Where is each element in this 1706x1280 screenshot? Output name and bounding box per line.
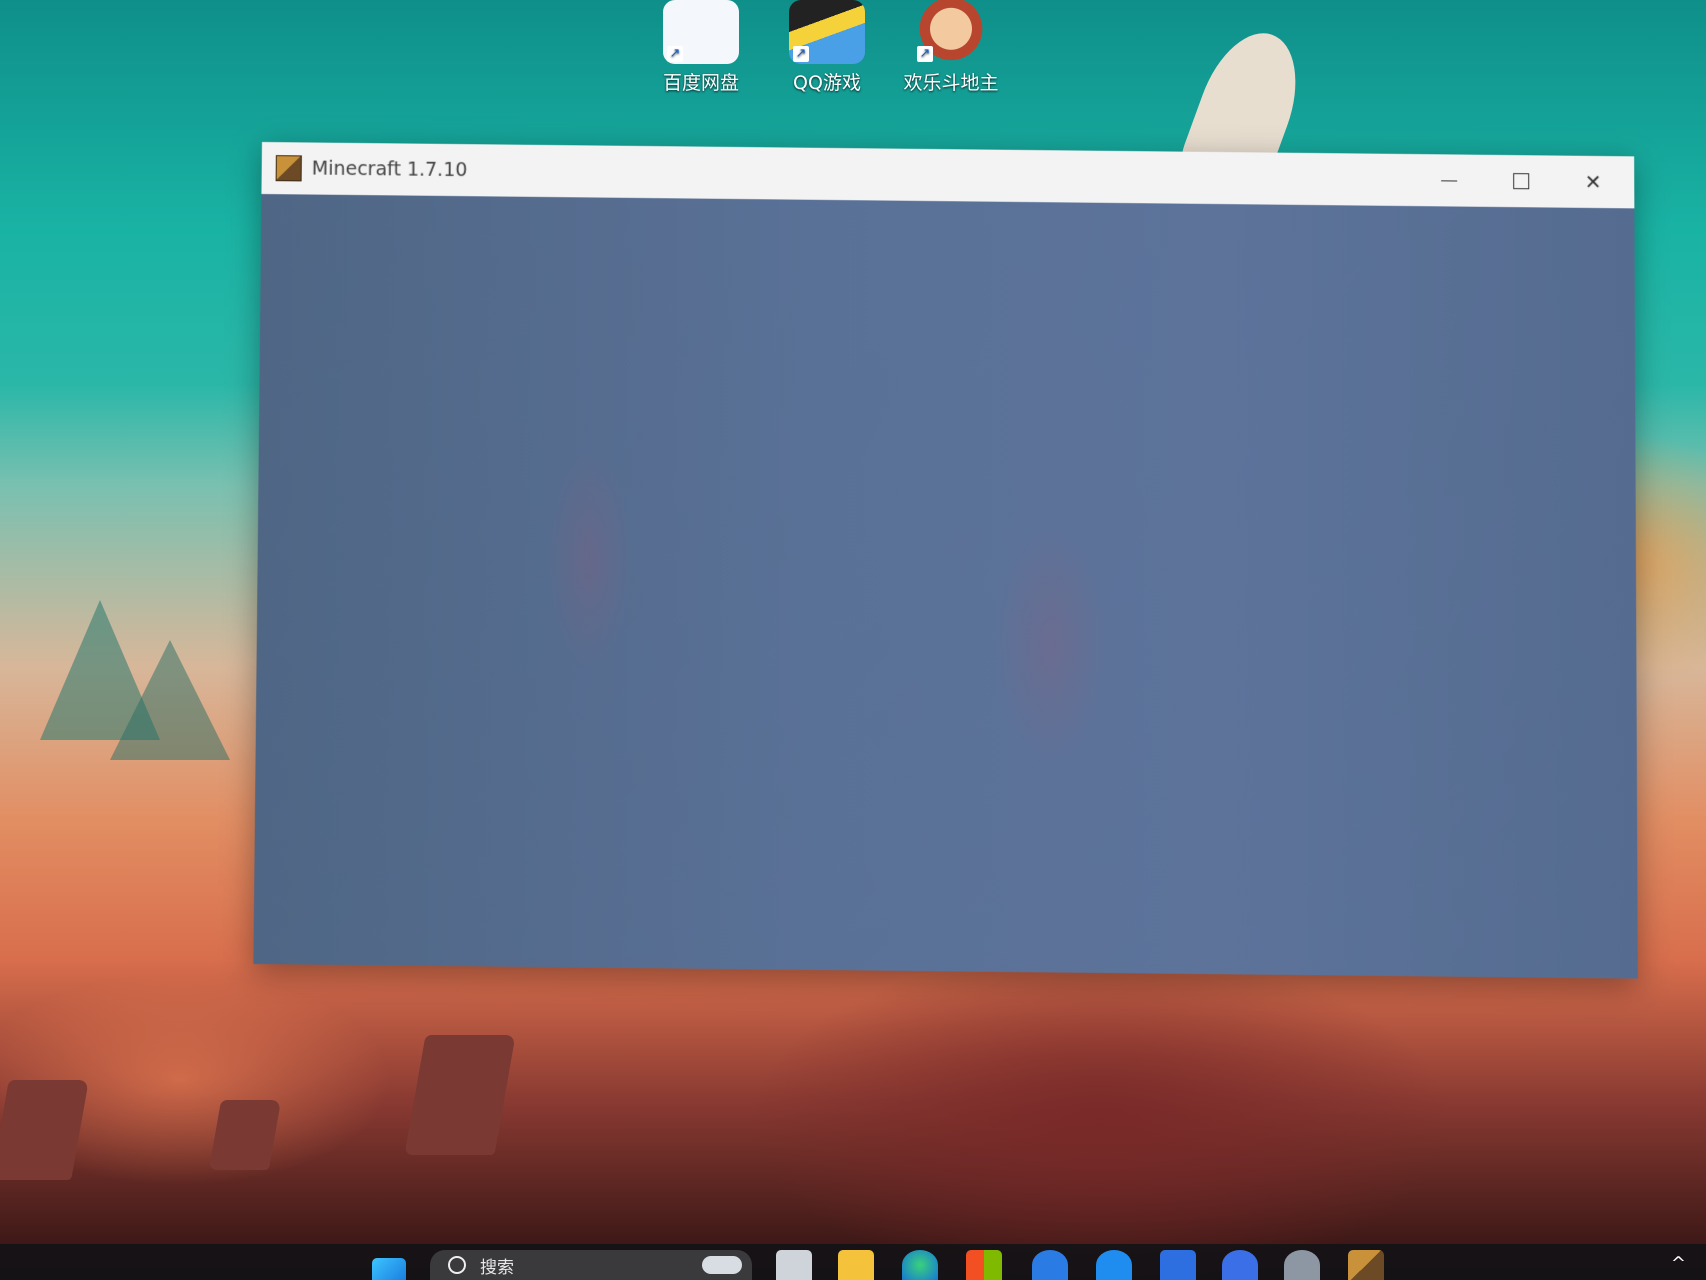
- close-button[interactable]: ✕: [1558, 156, 1628, 209]
- close-icon: ✕: [1584, 169, 1602, 195]
- shortcut-arrow-icon: ↗: [917, 46, 933, 62]
- desktop-icon-label: QQ游戏: [793, 72, 861, 94]
- desktop-icon-label: 百度网盘: [662, 72, 739, 94]
- wallpaper-rock: [208, 1100, 282, 1170]
- minimize-icon: [1441, 179, 1458, 182]
- onedrive-icon[interactable]: [1222, 1250, 1258, 1280]
- weather-icon: [702, 1256, 742, 1274]
- taskbar: 搜索 ^: [0, 1244, 1706, 1280]
- microsoft-store-icon[interactable]: [966, 1250, 1002, 1280]
- desktop-icon-baidu-netdisk[interactable]: ↗ 百度网盘: [646, 0, 756, 95]
- window-title: Minecraft 1.7.10: [311, 157, 468, 182]
- shortcut-arrow-icon: ↗: [793, 46, 809, 62]
- settings-gear-icon[interactable]: [1284, 1250, 1320, 1280]
- minecraft-block-icon: [275, 155, 302, 182]
- desktop-icon-label: 欢乐斗地主: [903, 72, 999, 94]
- taskbar-search-box[interactable]: 搜索: [430, 1250, 752, 1280]
- file-explorer-icon[interactable]: [838, 1250, 874, 1280]
- baidu-netdisk-icon: ↗: [663, 0, 739, 64]
- windows-start-icon[interactable]: [372, 1258, 406, 1280]
- tray-chevron-icon[interactable]: ^: [1671, 1253, 1686, 1274]
- happy-landlord-icon: ↗: [913, 0, 989, 64]
- kugou-icon[interactable]: [1032, 1250, 1068, 1280]
- wallpaper-rock: [0, 1080, 89, 1180]
- capture-icon[interactable]: [1160, 1250, 1196, 1280]
- wallpaper-rock: [404, 1035, 516, 1155]
- desktop: ↗ 百度网盘 ↗ QQ游戏 ↗ 欢乐斗地主 Minecraft 1.7.10 ✕: [0, 0, 1706, 1280]
- search-placeholder: 搜索: [480, 1257, 514, 1278]
- thunder-icon[interactable]: [1096, 1250, 1132, 1280]
- shortcut-arrow-icon: ↗: [667, 46, 683, 62]
- maximize-button[interactable]: [1486, 155, 1556, 208]
- desktop-icon-happy-landlord[interactable]: ↗ 欢乐斗地主: [896, 0, 1006, 95]
- search-icon: [448, 1256, 466, 1274]
- game-client-area[interactable]: [253, 194, 1638, 979]
- task-view-icon[interactable]: [776, 1250, 812, 1280]
- edge-browser-icon[interactable]: [902, 1250, 938, 1280]
- minimize-button[interactable]: [1414, 154, 1484, 207]
- minecraft-window[interactable]: Minecraft 1.7.10 ✕: [253, 142, 1638, 979]
- desktop-icon-qq-games[interactable]: ↗ QQ游戏: [772, 0, 882, 95]
- minecraft-icon[interactable]: [1348, 1250, 1384, 1280]
- maximize-icon: [1513, 173, 1530, 190]
- qq-games-icon: ↗: [789, 0, 865, 64]
- wallpaper-peak: [110, 640, 230, 760]
